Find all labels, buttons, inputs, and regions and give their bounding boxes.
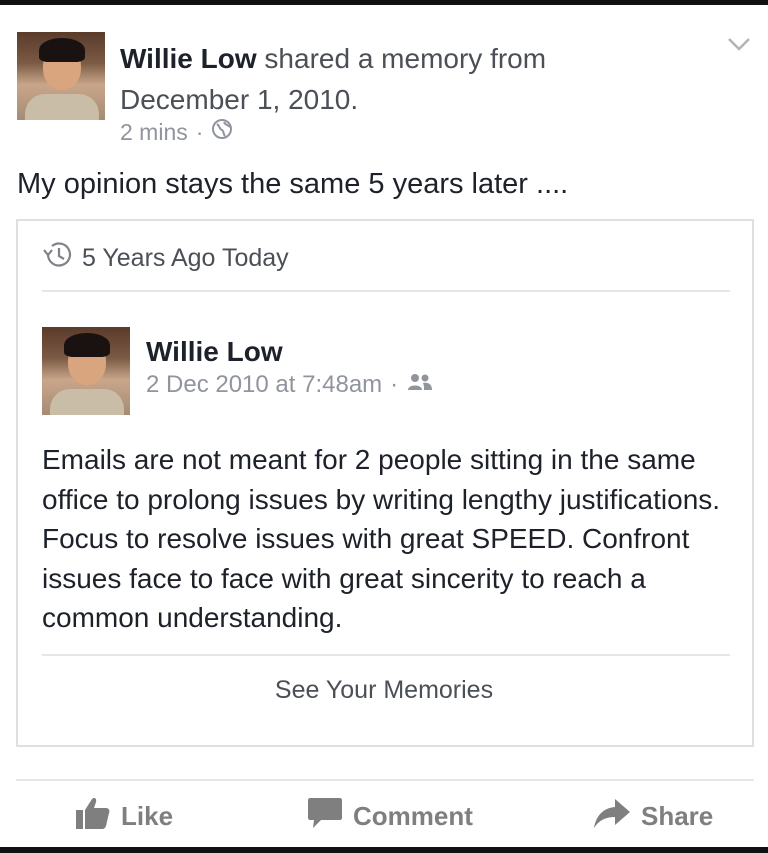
share-label: Share	[641, 800, 714, 831]
globe-icon[interactable]	[211, 118, 233, 146]
history-icon	[40, 240, 74, 277]
share-button[interactable]: Share	[593, 796, 713, 836]
friends-icon[interactable]	[406, 371, 434, 399]
divider	[42, 654, 730, 656]
post-meta: 2 mins ·	[120, 118, 233, 146]
memory-header: 5 Years Ago Today	[40, 240, 289, 277]
meta-separator: ·	[195, 118, 204, 145]
memory-body-text: Emails are not meant for 2 people sittin…	[42, 444, 721, 633]
author-name[interactable]: Willie Low	[120, 43, 257, 74]
post-time[interactable]: 2 mins	[120, 119, 188, 146]
thumbs-up-icon	[75, 796, 111, 837]
author-avatar[interactable]	[17, 32, 105, 120]
status-text: My opinion stays the same 5 years later …	[17, 168, 569, 200]
bottom-edge-bar	[0, 847, 768, 853]
meta-separator: ·	[390, 371, 399, 398]
divider	[42, 290, 730, 292]
top-edge-bar	[0, 0, 768, 5]
memory-author-name[interactable]: Willie Low	[146, 336, 283, 368]
see-your-memories-link[interactable]: See Your Memories	[0, 676, 768, 705]
post-author-line: Willie Low shared a memory from December…	[120, 38, 680, 120]
memory-header-label: 5 Years Ago Today	[82, 244, 289, 272]
chevron-down-icon[interactable]	[726, 34, 752, 54]
divider	[16, 779, 754, 781]
speech-bubble-icon	[307, 796, 343, 837]
memory-author-avatar[interactable]	[42, 327, 130, 415]
memory-meta: 2 Dec 2010 at 7:48am ·	[146, 371, 434, 399]
comment-label: Comment	[353, 800, 473, 831]
comment-button[interactable]: Comment	[307, 796, 473, 836]
share-arrow-icon	[593, 797, 631, 836]
like-label: Like	[121, 800, 174, 831]
memory-timestamp[interactable]: 2 Dec 2010 at 7:48am	[146, 371, 382, 399]
like-button[interactable]: Like	[75, 796, 173, 836]
